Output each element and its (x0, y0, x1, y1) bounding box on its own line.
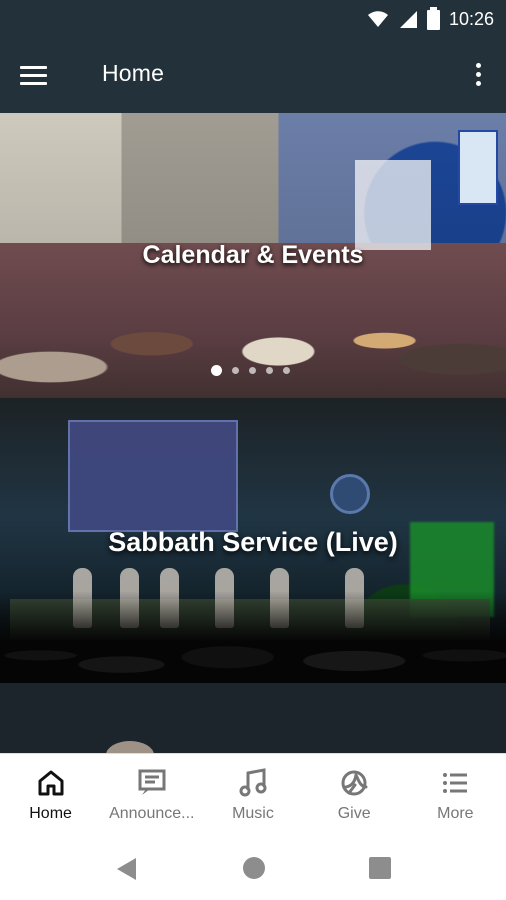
nav-more[interactable]: More (405, 766, 505, 824)
page-title: Home (102, 60, 165, 86)
menu-icon-line (20, 65, 47, 69)
nav-music[interactable]: Music (203, 766, 303, 824)
recent-apps-icon[interactable] (369, 857, 391, 879)
carousel-dot-2[interactable] (232, 367, 239, 374)
nav-label: More (437, 805, 474, 822)
back-icon[interactable] (117, 858, 136, 880)
stage-screen (458, 130, 498, 205)
signal-icon (399, 11, 417, 28)
list-icon (443, 773, 468, 793)
stage-background (355, 160, 431, 250)
status-bar: 10:26 (0, 0, 506, 38)
nav-label: Give (337, 805, 371, 822)
home-icon (38, 770, 64, 796)
menu-button[interactable] (20, 60, 54, 90)
wifi-icon (367, 11, 388, 27)
overflow-menu-button[interactable] (468, 58, 488, 90)
overflow-menu-icon-dot (475, 80, 481, 86)
status-icons: 10:26 (366, 7, 494, 31)
nav-label: Announce... (109, 805, 195, 822)
sabbath-service-card[interactable]: Sabbath Service (Live) (0, 398, 506, 683)
app-bar: Home (0, 38, 506, 113)
nav-announcements[interactable]: Announce... (102, 766, 202, 824)
menu-icon-line (20, 81, 47, 85)
carousel-dot-4[interactable] (266, 367, 273, 374)
carousel-dot-5[interactable] (283, 367, 290, 374)
battery-icon (426, 7, 440, 30)
menu-icon-line (20, 73, 47, 77)
carousel-pagination[interactable] (211, 365, 290, 376)
nav-home[interactable]: Home (1, 766, 101, 824)
next-card-preview[interactable] (0, 683, 506, 769)
android-system-navigation (0, 837, 506, 900)
carousel-title: Calendar & Events (142, 241, 364, 269)
announcement-icon (138, 769, 166, 795)
home-button-icon[interactable] (243, 857, 265, 879)
overflow-menu-icon-dot (475, 62, 481, 68)
overflow-menu-icon-dot (475, 71, 481, 77)
nav-label: Home (29, 805, 72, 822)
calendar-events-carousel[interactable]: Calendar & Events (0, 113, 506, 398)
status-time: 10:26 (448, 8, 494, 29)
carousel-dot-3[interactable] (249, 367, 256, 374)
projector-screen (68, 420, 238, 532)
nav-label: Music (232, 805, 274, 822)
church-logo-sign (330, 474, 370, 514)
bottom-navigation: Home Announce... Music Give More (0, 753, 506, 837)
carousel-dot-1[interactable] (211, 365, 222, 376)
nav-give[interactable]: Give (304, 766, 404, 824)
service-title: Sabbath Service (Live) (108, 527, 398, 557)
give-icon (341, 770, 368, 796)
crowd (0, 591, 506, 683)
music-note-icon (239, 768, 267, 797)
